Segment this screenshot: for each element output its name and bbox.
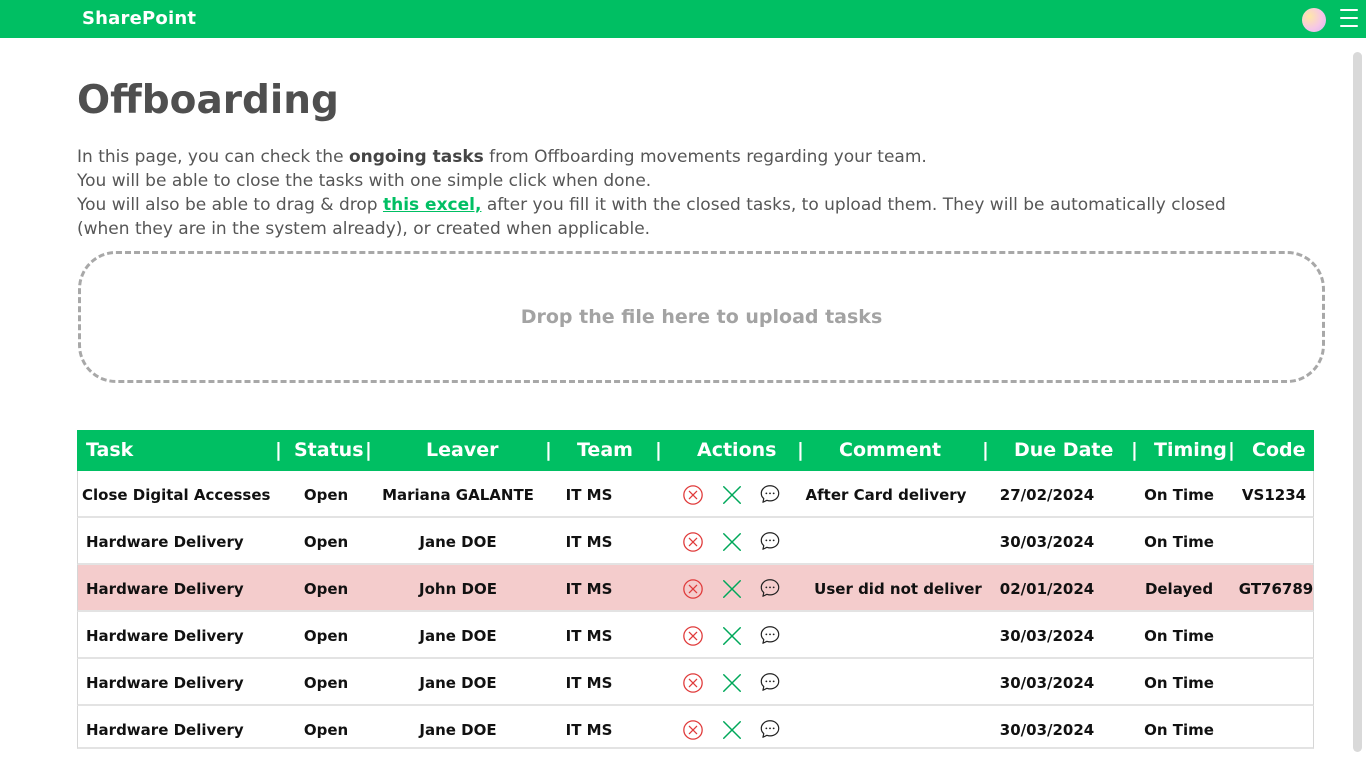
header-comment: Comment [839,439,942,461]
excel-template-link[interactable]: this excel, [383,195,481,215]
table-row: Close Digital Accesses Open Mariana GALANT… [77,471,1314,518]
scrollbar[interactable] [1353,52,1362,752]
intro-line1-suffix: from Offboarding movements regarding you… [483,147,927,167]
header-separator: | [982,439,989,461]
header-code: Code [1252,439,1306,461]
header-separator: | [365,439,372,461]
table-row: Hardware Delivery Open John DOE IT MS User d… [77,565,1314,612]
header-separator: | [1228,439,1235,461]
page-title: Offboarding [77,78,339,123]
hamburger-menu-icon[interactable] [1340,9,1358,29]
header-separator: | [545,439,552,461]
file-dropzone[interactable]: Drop the file here to upload tasks [78,251,1325,383]
table-row: Hardware Delivery Open Jane DOE IT MS 30/03/… [77,612,1314,659]
cell-code: VS1234 [1241,486,1307,504]
comment-bubble-icon[interactable] [759,718,781,740]
cell-due-date: 27/02/2024 [999,486,1095,504]
cell-comment: User did not deliver [814,580,982,598]
intro-line3-prefix: You will also be able to drag & drop [77,195,383,215]
table-row: Hardware Delivery Open Jane DOE IT MS 30/03/… [77,706,1314,749]
cell-team: IT MS [565,627,613,645]
comment-bubble-icon[interactable] [759,530,781,552]
cell-team: IT MS [565,486,613,504]
header-leaver: Leaver [426,439,499,461]
cell-leaver: Mariana GALANTE [382,486,534,504]
close-x-icon[interactable] [721,484,743,506]
top-bar: SharePoint [0,0,1366,38]
cell-task: Hardware Delivery [86,580,244,598]
cell-timing: On Time [1144,721,1214,739]
intro-line1-prefix: In this page, you can check the [77,147,349,167]
cell-status: Open [303,533,349,551]
cell-team: IT MS [565,721,613,739]
cancel-circle-icon[interactable] [682,672,704,694]
comment-bubble-icon[interactable] [759,671,781,693]
cell-status: Open [303,721,349,739]
cell-status: Open [303,674,349,692]
app-brand[interactable]: SharePoint [82,8,196,29]
cell-leaver: Jane DOE [419,533,497,551]
cell-team: IT MS [565,674,613,692]
cancel-circle-icon[interactable] [682,578,704,600]
close-x-icon[interactable] [721,578,743,600]
comment-bubble-icon[interactable] [759,577,781,599]
comment-bubble-icon[interactable] [759,483,781,505]
cell-due-date: 30/03/2024 [999,627,1095,645]
cancel-circle-icon[interactable] [682,719,704,741]
cell-task: Hardware Delivery [86,627,244,645]
cell-due-date: 02/01/2024 [999,580,1095,598]
cell-status: Open [303,486,349,504]
cell-due-date: 30/03/2024 [999,674,1095,692]
cell-timing: On Time [1144,627,1214,645]
cell-status: Open [303,627,349,645]
dropzone-label: Drop the file here to upload tasks [520,306,883,328]
cell-timing: Delayed [1144,580,1214,598]
header-team: Team [577,439,633,461]
cell-comment: After Card delivery [805,486,967,504]
header-separator: | [275,439,282,461]
cell-team: IT MS [565,533,613,551]
cell-due-date: 30/03/2024 [999,533,1095,551]
cell-team: IT MS [565,580,613,598]
table-row: Hardware Delivery Open Jane DOE IT MS 30/03/… [77,659,1314,706]
cell-timing: On Time [1144,533,1214,551]
close-x-icon[interactable] [721,672,743,694]
intro-line2: You will be able to close the tasks with… [77,171,652,191]
tasks-table: Task | Status | Leaver | Team | Actions … [77,430,1314,749]
cancel-circle-icon[interactable] [682,531,704,553]
header-due-date: Due Date [1014,439,1114,461]
cell-task: Hardware Delivery [86,674,244,692]
cell-due-date: 30/03/2024 [999,721,1095,739]
cell-timing: On Time [1144,674,1214,692]
cell-task: Hardware Delivery [86,533,244,551]
header-task: Task [86,439,134,461]
header-separator: | [655,439,662,461]
header-timing: Timing [1154,439,1227,461]
close-x-icon[interactable] [721,625,743,647]
cell-status: Open [303,580,349,598]
cancel-circle-icon[interactable] [682,625,704,647]
cell-task: Hardware Delivery [86,721,244,739]
cell-leaver: Jane DOE [419,721,497,739]
cell-timing: On Time [1144,486,1214,504]
header-actions: Actions [697,439,777,461]
cell-leaver: John DOE [419,580,497,598]
cell-leaver: Jane DOE [419,674,497,692]
intro-text: In this page, you can check the ongoing … [77,145,1267,241]
close-x-icon[interactable] [721,531,743,553]
intro-line1-bold: ongoing tasks [348,147,484,167]
header-status: Status [294,439,364,461]
comment-bubble-icon[interactable] [759,624,781,646]
table-row: Hardware Delivery Open Jane DOE IT MS 30/03/… [77,518,1314,565]
cell-leaver: Jane DOE [419,627,497,645]
cancel-circle-icon[interactable] [682,484,704,506]
table-header: Task | Status | Leaver | Team | Actions … [77,430,1314,471]
cell-task: Close Digital Accesses [82,486,271,504]
cell-code: GT76789 [1238,580,1314,598]
header-separator: | [1131,439,1138,461]
avatar[interactable] [1302,8,1326,32]
header-separator: | [797,439,804,461]
close-x-icon[interactable] [721,719,743,741]
